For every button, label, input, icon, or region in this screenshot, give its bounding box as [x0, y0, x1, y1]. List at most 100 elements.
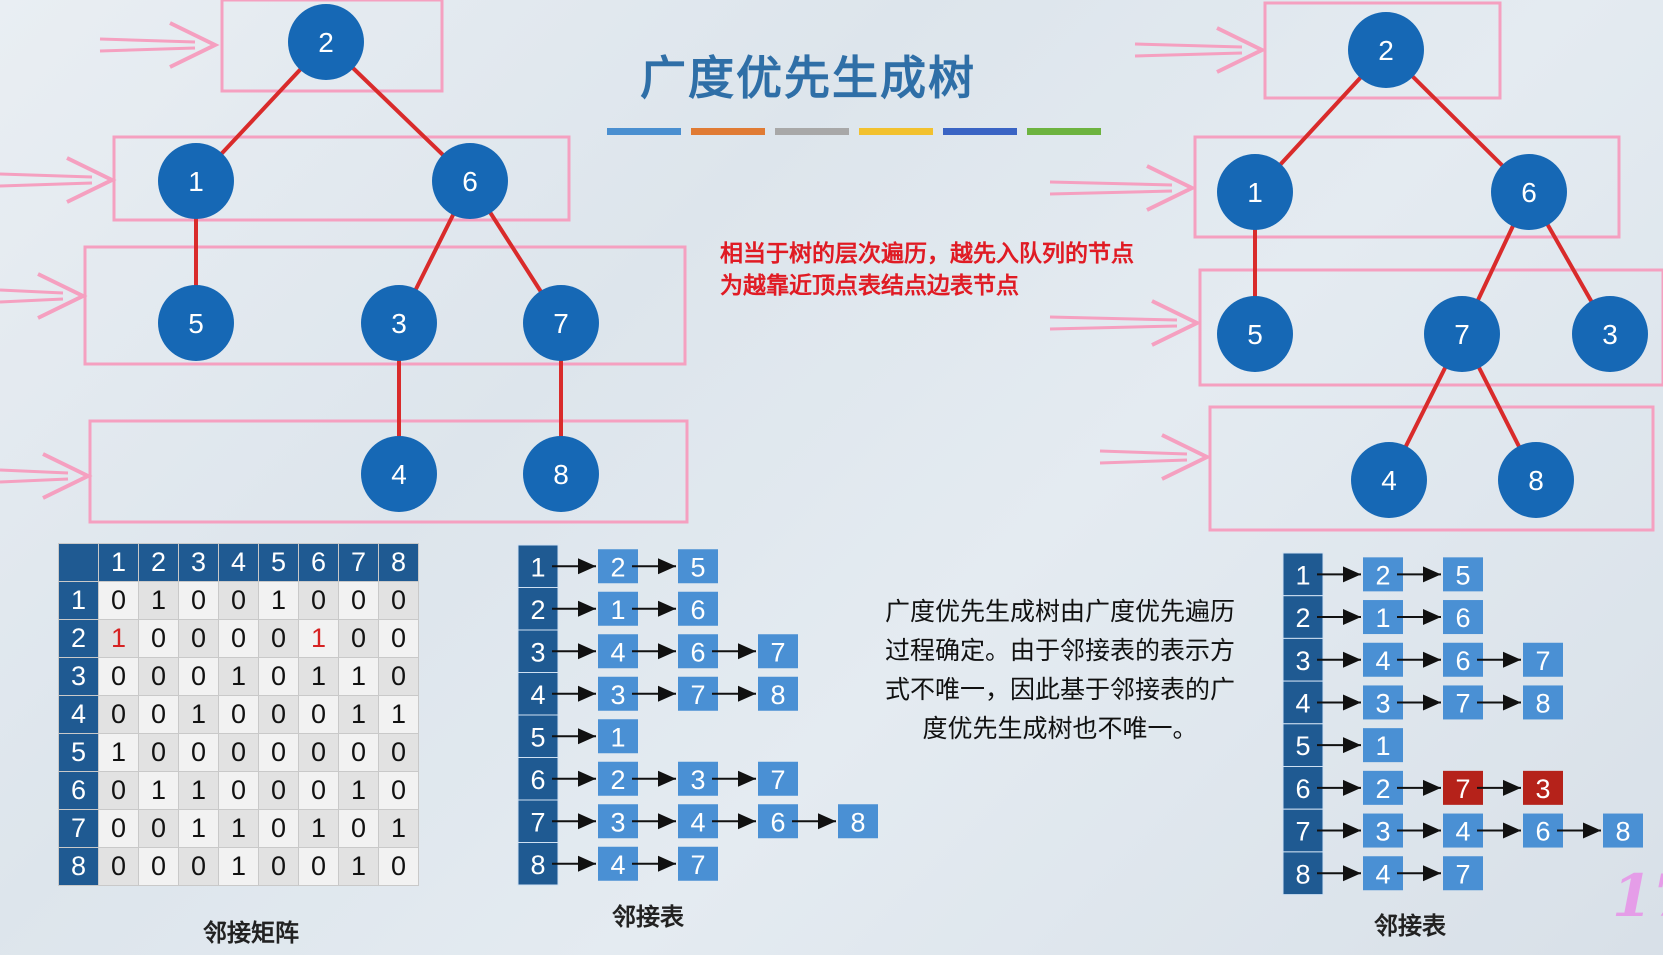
list-node-label: 1	[610, 595, 625, 625]
list-node-label: 2	[610, 552, 625, 582]
matrix-cell: 1	[98, 619, 139, 658]
matrix-col-header: 4	[218, 543, 259, 582]
matrix-row-header: 5	[58, 733, 99, 772]
vertex-label: 2	[530, 595, 545, 625]
matrix-cell: 0	[258, 733, 299, 772]
matrix-cell: 1	[138, 771, 179, 810]
arrow-shaft	[1134, 42, 1243, 49]
list-node-label: 7	[1455, 859, 1470, 889]
matrix-cell: 0	[138, 809, 179, 848]
matrix-row-header: 8	[58, 847, 99, 886]
tree-left: 2 1 6 5 3 7 4 8	[83, 0, 689, 524]
matrix-cell: 1	[298, 809, 339, 848]
tree-node-label: 4	[391, 459, 407, 490]
list-node-label: 7	[770, 765, 785, 795]
list-node-label: 3	[1375, 817, 1390, 847]
matrix-cell: 0	[178, 619, 219, 658]
tree-node-label: 1	[1247, 177, 1263, 208]
matrix-col-header: 6	[298, 543, 339, 582]
tree-node-label: 5	[188, 308, 204, 339]
matrix-cell: 1	[378, 695, 419, 734]
arrow-shaft	[1049, 180, 1173, 187]
matrix-col-header: 2	[138, 543, 179, 582]
arrow-head	[66, 156, 117, 204]
adjacency-list-right: 1 2 5 2 1 6 3 4 6 7 4 3 7 8 5 1 6 2 7 3 7 3 4 6 8 8 4 7	[1282, 552, 1643, 896]
list-node-label: 3	[690, 765, 705, 795]
matrix-cell: 0	[258, 657, 299, 696]
page-title: 广度优先生成树	[640, 51, 976, 105]
matrix-row: 601100010	[58, 771, 419, 810]
list-node-label: 6	[1535, 817, 1550, 847]
arrow-shaft	[1099, 449, 1188, 456]
level-box	[1208, 405, 1655, 532]
tree-node-label: 2	[1378, 35, 1394, 66]
list-left-caption: 邻接表	[612, 903, 684, 931]
vertex-label: 3	[530, 637, 545, 667]
tree-node-label: 8	[553, 459, 569, 490]
matrix-cell: 0	[138, 619, 179, 658]
tree-node-label: 7	[553, 308, 569, 339]
matrix-cell: 0	[178, 847, 219, 886]
tree-node-label: 8	[1528, 465, 1544, 496]
matrix-col-header: 7	[338, 543, 379, 582]
matrix-row-header: 4	[58, 695, 99, 734]
list-node-label: 6	[1455, 646, 1470, 676]
title-color-bar	[607, 128, 681, 135]
list-node-label: 2	[1375, 774, 1390, 804]
arrow-shaft	[0, 297, 64, 304]
matrix-cell: 1	[258, 581, 299, 620]
list-node-label: 2	[1375, 560, 1390, 590]
tree-node-label: 6	[462, 166, 478, 197]
arrow-shaft	[0, 477, 69, 484]
matrix-cell: 0	[218, 771, 259, 810]
arrow-head	[169, 21, 220, 69]
level-pointer-arrow	[0, 156, 117, 204]
matrix-row: 700110101	[58, 809, 419, 848]
matrix-row: 510000000	[58, 733, 419, 772]
vertex-label: 6	[1295, 774, 1310, 804]
matrix-cell: 0	[338, 581, 379, 620]
level-pointer-arrow	[0, 452, 93, 500]
list-node-label: 7	[1535, 646, 1550, 676]
matrix-cell: 0	[258, 809, 299, 848]
list-node-label: 8	[850, 807, 865, 837]
matrix-cell: 0	[338, 809, 379, 848]
list-node-label: 7	[690, 680, 705, 710]
matrix-cell: 0	[98, 581, 139, 620]
list-node-label: 6	[770, 807, 785, 837]
arrow-shaft	[99, 37, 196, 44]
level-pointer-arrow	[1099, 433, 1212, 481]
list-node-label: 7	[770, 637, 785, 667]
vertex-label: 4	[530, 680, 545, 710]
matrix-cell: 1	[218, 657, 259, 696]
explanation-text: 广度优先生成树由广度优先遍历过程确定。由于邻接表的表示方式不唯一，因此基于邻接表…	[885, 597, 1236, 743]
list-node-label: 4	[610, 637, 625, 667]
matrix-caption: 邻接矩阵	[203, 919, 299, 947]
vertex-label: 4	[1295, 688, 1310, 718]
matrix-row: 400100011	[58, 695, 419, 734]
matrix-cell: 0	[178, 581, 219, 620]
matrix-cell: 1	[378, 809, 419, 848]
list-node-label: 4	[1375, 646, 1390, 676]
arrow-shaft	[0, 468, 69, 475]
list-node-label: 4	[690, 807, 705, 837]
matrix-cell: 0	[298, 847, 339, 886]
bfs-note-line-2: 为越靠近顶点表结点边表节点	[720, 273, 1019, 299]
list-node-label: 2	[610, 765, 625, 795]
matrix-header-row: 12345678	[58, 543, 419, 582]
matrix-cell: 0	[378, 847, 419, 886]
list-node-label: 4	[610, 850, 625, 880]
matrix-cell: 1	[178, 695, 219, 734]
matrix-cell: 0	[258, 847, 299, 886]
list-node-label: 7	[690, 850, 705, 880]
vertex-label: 8	[530, 850, 545, 880]
level-pointer-arrow	[0, 272, 88, 320]
matrix-cell: 1	[298, 657, 339, 696]
tree-node-label: 3	[391, 308, 407, 339]
list-node-label: 3	[1375, 688, 1390, 718]
list-node-label: 4	[1375, 859, 1390, 889]
matrix-cell: 0	[298, 733, 339, 772]
matrix-row-header: 2	[58, 619, 99, 658]
arrow-shaft	[0, 288, 64, 295]
matrix-cell: 1	[218, 809, 259, 848]
